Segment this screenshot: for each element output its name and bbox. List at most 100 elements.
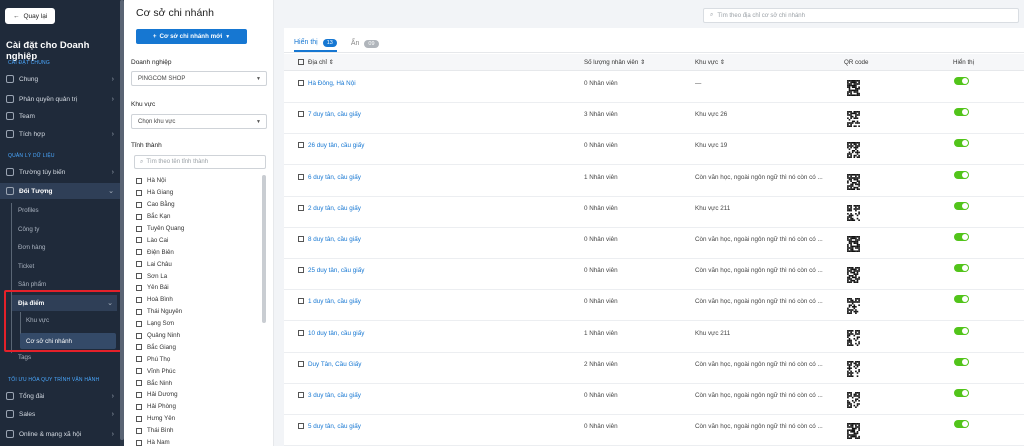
- region-select[interactable]: Chọn khu vực ▼: [131, 114, 267, 129]
- checkbox[interactable]: [136, 237, 142, 244]
- address-link[interactable]: Hà Đông, Hà Nội: [308, 80, 356, 87]
- address-link[interactable]: 8 duy tân, cầu giấy: [308, 236, 361, 243]
- checkbox[interactable]: [136, 213, 142, 220]
- address-link[interactable]: 7 duy tân, cầu giấy: [308, 111, 361, 118]
- sidebar-item-objects[interactable]: Đối Tượng ⌄: [0, 183, 120, 199]
- province-item[interactable]: Tuyên Quang: [134, 223, 258, 235]
- row-checkbox[interactable]: [298, 111, 304, 118]
- province-item[interactable]: Hà Nội: [134, 175, 258, 187]
- visibility-toggle[interactable]: [954, 170, 969, 179]
- checkbox[interactable]: [136, 189, 142, 196]
- row-checkbox[interactable]: [298, 360, 304, 367]
- row-checkbox[interactable]: [298, 204, 304, 211]
- row-checkbox[interactable]: [298, 80, 304, 86]
- sidebar-item-integrations[interactable]: Tích hợp ›: [0, 126, 120, 142]
- sidebar-item-sales[interactable]: Sales ›: [0, 406, 120, 422]
- province-item[interactable]: Lai Châu: [134, 258, 258, 270]
- visibility-toggle[interactable]: [954, 389, 969, 397]
- sidebar-item-custom-fields[interactable]: Trường tùy biến ›: [0, 164, 120, 180]
- sidebar-subitem-company[interactable]: Công ty: [18, 226, 39, 233]
- province-item[interactable]: Cao Bằng: [134, 199, 258, 211]
- table-row[interactable]: 10 duy tân, cầu giấy 1 Nhân viên Khu vực 2…: [284, 322, 1024, 353]
- visibility-toggle[interactable]: [954, 108, 969, 117]
- address-link[interactable]: 10 duy tân, cầu giấy: [308, 330, 364, 337]
- select-all-checkbox[interactable]: [298, 59, 304, 65]
- qr-code[interactable]: [847, 173, 860, 190]
- row-checkbox[interactable]: [298, 298, 304, 305]
- row-checkbox[interactable]: [298, 142, 304, 149]
- visibility-toggle[interactable]: [954, 326, 969, 335]
- qr-code[interactable]: [847, 392, 860, 408]
- checkbox[interactable]: [136, 249, 142, 256]
- visibility-toggle[interactable]: [954, 357, 969, 366]
- address-link[interactable]: 1 duy tân, cầu giấy: [308, 298, 361, 305]
- province-search-input[interactable]: ⌕ Tìm theo tên tỉnh thành: [134, 155, 266, 169]
- table-row[interactable]: 26 duy tân, cầu giấy 0 Nhân viên Khu vực 1…: [284, 134, 1024, 166]
- province-scrollbar[interactable]: [262, 175, 266, 323]
- row-checkbox[interactable]: [298, 329, 304, 336]
- column-employees[interactable]: Số lượng nhân viên ⇕: [584, 59, 645, 66]
- back-button[interactable]: ← Quay lại: [5, 8, 56, 24]
- table-row[interactable]: 8 duy tân, cầu giấy 0 Nhân viên Còn văn họ…: [284, 228, 1024, 259]
- row-checkbox[interactable]: [298, 423, 304, 430]
- qr-code[interactable]: [847, 423, 860, 440]
- checkbox[interactable]: [136, 296, 142, 303]
- table-row[interactable]: 7 duy tân, cầu giấy 3 Nhân viên Khu vực 26: [284, 103, 1024, 135]
- province-item[interactable]: Yên Bái: [134, 282, 258, 294]
- address-link[interactable]: 2 duy tân, cầu giấy: [308, 205, 361, 212]
- checkbox[interactable]: [136, 344, 142, 351]
- checkbox[interactable]: [136, 391, 142, 398]
- qr-code[interactable]: [847, 142, 860, 159]
- tab-hidden[interactable]: Ẩn 09: [351, 35, 379, 52]
- checkbox[interactable]: [136, 380, 142, 387]
- address-link[interactable]: 6 duy tân, cầu giấy: [308, 174, 361, 181]
- row-checkbox[interactable]: [298, 173, 304, 180]
- row-checkbox[interactable]: [298, 267, 304, 274]
- address-link[interactable]: 26 duy tân, cầu giấy: [308, 142, 364, 149]
- column-area[interactable]: Khu vực ⇕: [695, 59, 725, 66]
- table-row[interactable]: 3 duy tân, cầu giấy 0 Nhân viên Còn văn họ…: [284, 384, 1024, 415]
- sidebar-subitem-orders[interactable]: Đơn hàng: [18, 244, 45, 251]
- sidebar-subitem-profiles[interactable]: Profiles: [18, 207, 39, 214]
- table-row[interactable]: 2 duy tân, cầu giấy 0 Nhân viên Khu vực 21…: [284, 197, 1024, 228]
- qr-code[interactable]: [847, 204, 860, 221]
- visibility-toggle[interactable]: [954, 77, 969, 85]
- province-item[interactable]: Lào Cai: [134, 234, 258, 246]
- checkbox[interactable]: [136, 320, 142, 327]
- visibility-toggle[interactable]: [954, 420, 969, 429]
- visibility-toggle[interactable]: [954, 295, 969, 304]
- visibility-toggle[interactable]: [954, 233, 969, 241]
- province-item[interactable]: Bắc Giang: [134, 341, 258, 353]
- province-item[interactable]: Sơn La: [134, 270, 258, 282]
- table-row[interactable]: Duy Tân, Cầu Giấy 2 Nhân viên Còn văn học,…: [284, 353, 1024, 384]
- table-row[interactable]: 25 duy tân, cầu giấy 0 Nhân viên Còn văn h…: [284, 259, 1024, 291]
- address-link[interactable]: 3 duy tân, cầu giấy: [308, 392, 361, 399]
- address-search-input[interactable]: ⌕ Tìm theo địa chỉ cơ sở chi nhánh: [703, 8, 1019, 23]
- province-item[interactable]: Thái Nguyên: [134, 306, 258, 318]
- table-row[interactable]: Hà Đông, Hà Nội 0 Nhân viên —: [284, 72, 1024, 103]
- checkbox[interactable]: [136, 403, 142, 410]
- province-item[interactable]: Bắc Kạn: [134, 211, 258, 223]
- table-row[interactable]: 5 duy tân, cầu giấy 0 Nhân viên Còn văn họ…: [284, 415, 1024, 446]
- sidebar-item-call-center[interactable]: Tổng đài ›: [0, 388, 120, 404]
- province-item[interactable]: Vĩnh Phúc: [134, 365, 258, 377]
- sidebar-item-permissions[interactable]: Phân quyền quản trị ›: [0, 91, 120, 107]
- company-select[interactable]: PINGCOM SHOP ▼: [131, 71, 267, 86]
- province-item[interactable]: Hải Dương: [134, 389, 258, 401]
- sidebar-item-online[interactable]: Online & mạng xã hội ›: [0, 426, 120, 442]
- province-item[interactable]: Phú Thọ: [134, 353, 258, 365]
- province-item[interactable]: Điện Biên: [134, 246, 258, 258]
- checkbox[interactable]: [136, 439, 142, 446]
- sidebar-item-general[interactable]: Chung ›: [0, 71, 120, 87]
- visibility-toggle[interactable]: [954, 201, 969, 210]
- checkbox[interactable]: [136, 332, 142, 339]
- qr-code[interactable]: [847, 329, 860, 346]
- qr-code[interactable]: [847, 360, 860, 377]
- province-item[interactable]: Hoà Bình: [134, 294, 258, 306]
- qr-code[interactable]: [847, 111, 860, 128]
- province-item[interactable]: Hà Nam: [134, 437, 258, 446]
- province-item[interactable]: Bắc Ninh: [134, 377, 258, 389]
- checkbox[interactable]: [136, 273, 142, 280]
- province-item[interactable]: Thái Bình: [134, 425, 258, 437]
- checkbox[interactable]: [136, 427, 142, 434]
